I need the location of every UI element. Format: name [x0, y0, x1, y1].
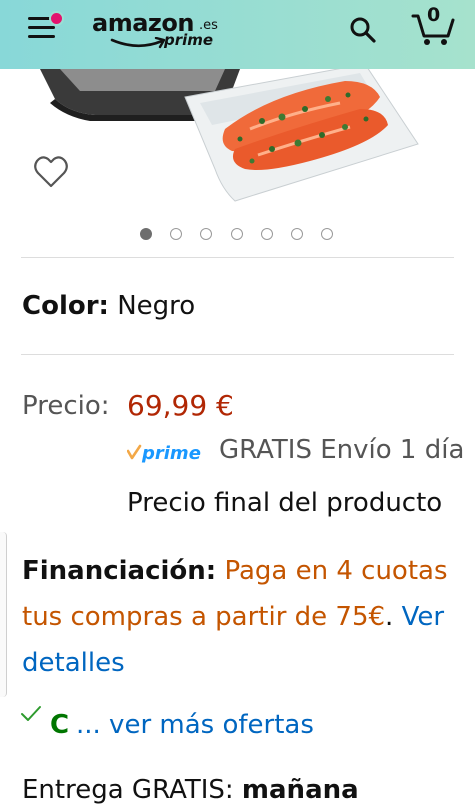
prime-badge: prime	[127, 443, 201, 464]
smile-arrow-icon	[110, 37, 166, 49]
carousel-dot[interactable]	[291, 228, 303, 240]
color-selection: Color: Negro	[22, 291, 195, 321]
offer-condition: C	[50, 710, 70, 740]
search-icon	[350, 17, 376, 43]
financing-label: Financiación:	[22, 556, 217, 586]
price-value: 69,99 €	[127, 389, 234, 422]
cart-count: 0	[427, 4, 441, 26]
divider	[21, 257, 454, 258]
more-offers-link[interactable]: ... ver más ofertas	[76, 710, 314, 740]
delivery-day: mañana	[241, 775, 359, 805]
heart-icon	[34, 156, 68, 188]
wishlist-button[interactable]	[33, 155, 69, 189]
hamburger-icon-line	[28, 35, 55, 38]
logo-prime: prime	[164, 31, 214, 49]
color-value: Negro	[117, 291, 196, 321]
price-label: Precio:	[22, 391, 110, 421]
carousel-dot[interactable]	[231, 228, 243, 240]
financing-info: Financiación: Paga en 4 cuotas tus compr…	[22, 548, 462, 686]
hamburger-icon-line	[28, 26, 55, 29]
carousel-dot[interactable]	[200, 228, 212, 240]
top-nav-bar: amazon .es prime 0	[0, 0, 475, 69]
divider	[21, 354, 454, 355]
notification-dot	[49, 11, 64, 26]
menu-button[interactable]	[28, 11, 64, 43]
vacuum-sealer-image	[40, 69, 419, 202]
checkmark-icon	[21, 706, 41, 721]
carousel-dot[interactable]	[321, 228, 333, 240]
prime-word: prime	[141, 443, 201, 464]
carousel-dot[interactable]	[140, 228, 152, 240]
financing-punctuation: .	[385, 602, 394, 632]
amazon-prime-logo[interactable]: amazon .es prime	[92, 9, 222, 53]
cart-button[interactable]: 0	[410, 4, 456, 48]
product-image[interactable]	[0, 69, 475, 219]
carousel-dot[interactable]	[170, 228, 182, 240]
color-label: Color:	[22, 291, 109, 321]
side-drawer-handle[interactable]	[0, 532, 7, 697]
shipping-info: GRATIS Envío 1 día	[219, 435, 465, 465]
carousel-dot[interactable]	[261, 228, 273, 240]
delivery-label: Entrega GRATIS:	[22, 775, 234, 805]
search-button[interactable]	[348, 15, 378, 45]
delivery-info: Entrega GRATIS: mañana	[22, 775, 359, 805]
final-price-note: Precio final del producto	[127, 488, 443, 518]
